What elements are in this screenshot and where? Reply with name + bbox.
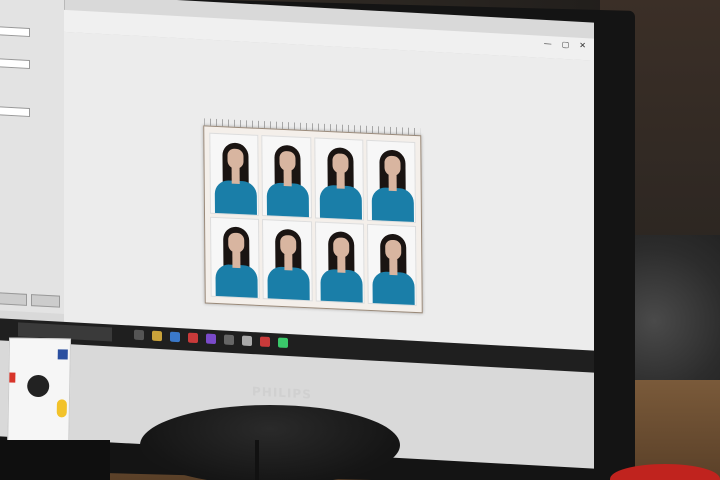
panel-row [0,106,60,121]
photo-grid [209,132,417,307]
card-character [27,374,50,398]
id-photo [209,132,260,216]
portrait-face [280,234,297,256]
panel-input[interactable] [0,26,30,38]
portrait-face [228,232,245,253]
cable [255,440,259,480]
id-photo [366,139,416,223]
photo-scene: — ▢ ✕ PHILIPS [0,0,720,480]
id-photo [210,216,260,299]
id-photo [314,220,365,304]
ruler [204,118,421,136]
photo-sheet [203,118,423,314]
portrait-neck [336,255,345,273]
card-accent [56,399,67,418]
preview-canvas [64,31,594,351]
keyboard [0,440,110,480]
panel-row [0,10,60,25]
portrait-face [384,239,402,260]
minimize-icon[interactable]: — [544,39,552,48]
portrait-body [319,268,363,304]
card-accent [57,349,68,360]
panel-row [0,0,60,10]
portrait-face [384,155,401,177]
id-photo [261,135,312,218]
panel-row [0,26,60,41]
portrait-face [279,150,296,172]
taskbar-app-icon[interactable] [242,335,252,347]
portrait-body [266,182,310,218]
taskbar-app-icon[interactable] [152,330,162,342]
portrait-body [371,187,414,223]
portrait-neck [388,174,397,192]
id-photo [262,218,313,302]
panel-input[interactable] [0,58,30,70]
id-photo [366,223,417,307]
portrait-neck [389,258,398,275]
portrait-neck [231,167,240,185]
portrait-body [372,270,415,307]
window-controls: — ▢ ✕ [544,39,586,50]
panel-row [0,58,60,73]
id-photo [313,137,364,221]
portrait-neck [284,253,293,270]
maximize-icon[interactable]: ▢ [562,40,570,49]
panel-buttons [0,292,60,308]
taskbar-app-icon[interactable] [260,336,270,348]
portrait-neck [336,172,345,189]
taskbar-icons [134,329,288,349]
panel-cancel-button[interactable] [31,294,60,308]
taskbar-app-icon[interactable] [134,329,144,341]
panel-row [0,74,60,89]
portrait-face [332,236,349,258]
panel-input[interactable] [0,106,30,118]
portrait-body [267,265,310,302]
taskbar-app-icon[interactable] [188,332,198,344]
portrait-neck [232,251,241,268]
taskbar-app-icon[interactable] [170,331,180,343]
portrait-body [215,263,258,299]
panel-row [0,42,60,57]
portrait-face [331,153,349,174]
taskbar-app-icon[interactable] [224,334,234,346]
card-accent [9,372,16,383]
portrait-neck [283,170,292,187]
panel-ok-button[interactable] [0,292,27,306]
panel-row [0,90,60,105]
monitor-stand [140,405,400,480]
portrait-face [227,148,244,170]
taskbar-app-icon[interactable] [206,333,216,345]
close-icon[interactable]: ✕ [579,41,586,50]
settings-panel [0,0,65,314]
taskbar-app-icon[interactable] [278,337,288,349]
portrait-body [319,184,362,221]
portrait-body [214,179,258,216]
